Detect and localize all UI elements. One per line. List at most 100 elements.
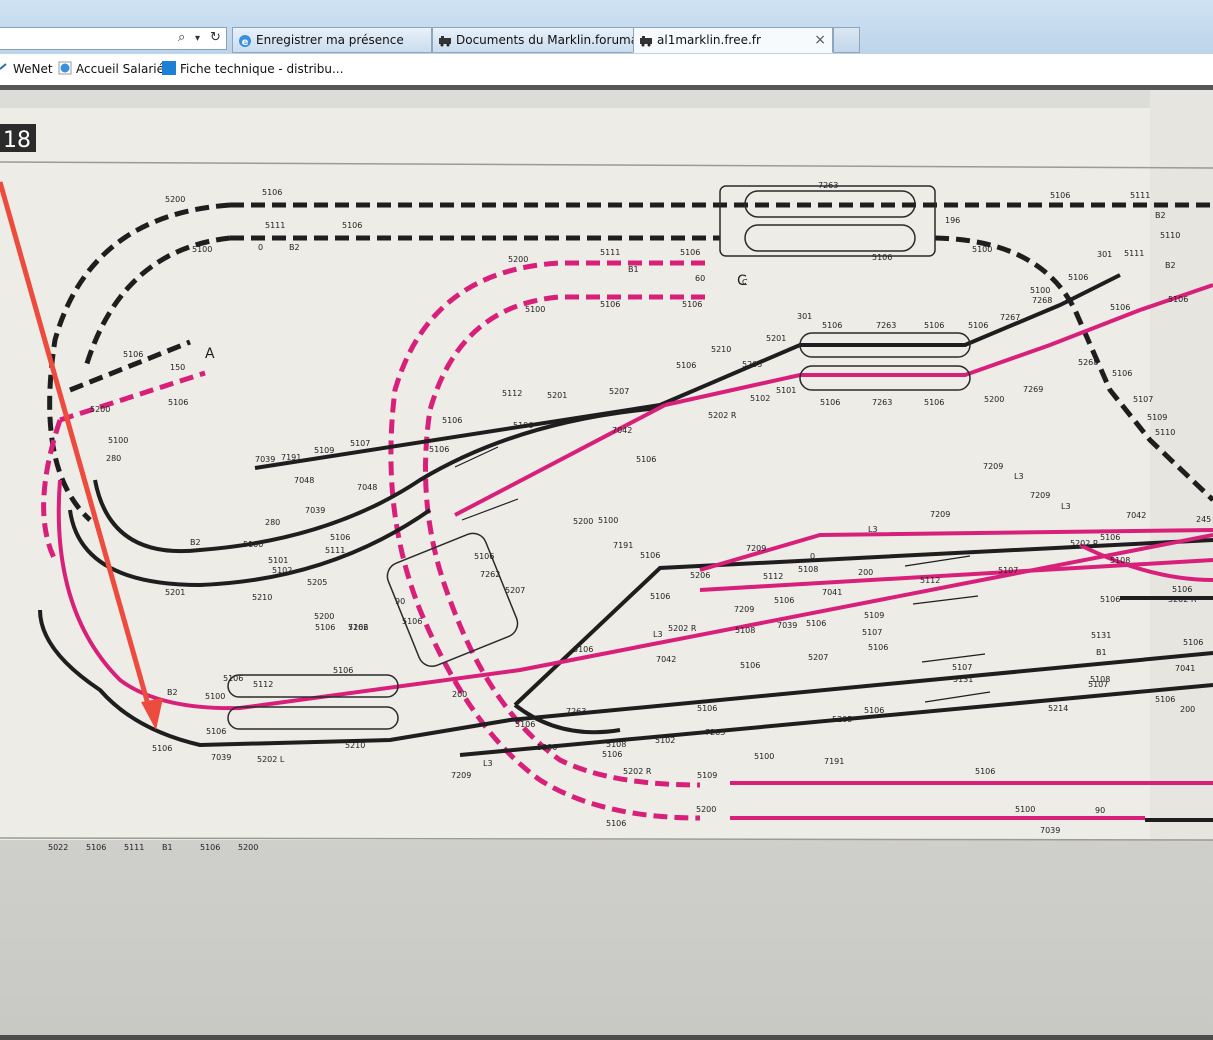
- part-number-label: 5106: [602, 750, 622, 759]
- part-number-label: 5022: [48, 843, 68, 852]
- part-number-label: 7191: [281, 453, 301, 462]
- part-number-label: 5131: [1091, 631, 1111, 640]
- ie-icon: e: [239, 34, 251, 48]
- part-number-label: 5111: [325, 546, 345, 555]
- refresh-icon[interactable]: ↻: [210, 30, 221, 45]
- favorite-wenet[interactable]: WeNet: [0, 61, 53, 76]
- part-number-label: 5106: [86, 843, 106, 852]
- link-icon: [0, 63, 7, 70]
- part-number-label: 5200: [984, 395, 1004, 404]
- part-number-label: 5106: [1172, 585, 1192, 594]
- part-number-label: 5268: [1078, 358, 1098, 367]
- close-icon[interactable]: ×: [814, 28, 826, 52]
- part-number-label: L3: [483, 759, 493, 768]
- tab-label: al1marklin.free.fr: [657, 33, 761, 47]
- part-number-label: C: [742, 278, 748, 287]
- part-number-label: 5106: [600, 300, 620, 309]
- part-number-label: 5201: [547, 391, 567, 400]
- part-number-label: 5106: [442, 416, 462, 425]
- part-number-label: 5106: [868, 643, 888, 652]
- part-number-label: 5101: [776, 386, 796, 395]
- part-number-label: 7209: [734, 605, 754, 614]
- part-number-label: 5106: [1068, 273, 1088, 282]
- part-number-label: 5106: [650, 592, 670, 601]
- blue-square-icon: [162, 61, 176, 75]
- svg-text:e: e: [242, 37, 249, 48]
- part-number-label: 5106: [206, 727, 226, 736]
- part-number-label: 5106: [682, 300, 702, 309]
- part-number-label: 90: [395, 597, 405, 606]
- part-number-label: 5202 R: [623, 767, 652, 776]
- part-number-label: 5106: [333, 666, 353, 675]
- part-number-label: 5106: [342, 221, 362, 230]
- part-number-label: 5107: [862, 628, 882, 637]
- part-number-label: L3: [1061, 502, 1071, 511]
- part-number-label: 5112: [763, 572, 783, 581]
- part-number-label: 5106: [864, 706, 884, 715]
- favorite-accueil[interactable]: Accueil Salarié: [58, 61, 164, 76]
- plan-number: 18: [3, 128, 31, 153]
- part-number-label: 5106: [806, 619, 826, 628]
- ie-icon: [58, 61, 72, 75]
- part-number-label: 7041: [822, 588, 842, 597]
- part-number-label: 5207: [609, 387, 629, 396]
- part-number-label: 5106: [1112, 369, 1132, 378]
- chevron-down-icon[interactable]: ▾: [195, 33, 200, 44]
- part-number-label: 7269: [1023, 385, 1043, 394]
- part-number-label: 7262: [480, 570, 500, 579]
- favorite-fiche[interactable]: Fiche technique - distribu...: [162, 61, 343, 76]
- search-icon[interactable]: ⌕: [178, 30, 185, 45]
- part-number-label: L3: [653, 630, 663, 639]
- part-number-label: 5206: [690, 571, 710, 580]
- part-number-label: 5200: [573, 517, 593, 526]
- part-number-label: B2: [167, 688, 178, 697]
- part-number-label: 5106: [820, 398, 840, 407]
- part-number-label: 7209: [930, 510, 950, 519]
- part-number-label: 5102: [655, 736, 675, 745]
- part-number-label: 5107: [1088, 680, 1108, 689]
- part-number-label: 5108: [798, 565, 818, 574]
- part-number-label: 5106: [1100, 595, 1120, 604]
- part-number-label: 5100: [108, 436, 128, 445]
- part-number-label: 5106: [515, 720, 535, 729]
- part-number-label: 5109: [1147, 413, 1167, 422]
- part-number-label: 5111: [124, 843, 144, 852]
- part-number-label: 5106: [152, 744, 172, 753]
- plan-letter-a: A: [205, 346, 215, 362]
- part-number-label: 5207: [808, 653, 828, 662]
- part-number-label: 5106: [640, 551, 660, 560]
- part-number-label: 0: [258, 243, 263, 252]
- part-number-label: B1: [162, 843, 173, 852]
- part-number-label: 5106: [1183, 638, 1203, 647]
- part-number-label: 5111: [1130, 191, 1150, 200]
- part-number-label: 7209: [983, 462, 1003, 471]
- tab-label: Enregistrer ma présence: [256, 33, 404, 47]
- part-number-label: 5106: [262, 188, 282, 197]
- part-number-label: 5106: [680, 248, 700, 257]
- tab-bar: ⌕ ▾ ↻ e Enregistrer ma présence Documents…: [0, 0, 1213, 54]
- part-number-label: 5101: [268, 556, 288, 565]
- part-number-label: 5106: [924, 398, 944, 407]
- tab-al1marklin[interactable]: al1marklin.free.fr ×: [633, 27, 833, 53]
- tab-documents[interactable]: Documents du Marklin.foruma...: [432, 27, 634, 53]
- part-number-label: 5109: [314, 446, 334, 455]
- part-number-label: B2: [289, 243, 300, 252]
- tab-enregistrer[interactable]: e Enregistrer ma présence: [232, 27, 432, 53]
- part-number-label: 5111: [1124, 249, 1144, 258]
- part-number-label: 0: [810, 552, 815, 561]
- part-number-label: 5200: [696, 805, 716, 814]
- part-number-label: 5210: [252, 593, 272, 602]
- part-number-label: 7209: [746, 544, 766, 553]
- part-number-label: L3: [868, 525, 878, 534]
- train-icon: [439, 35, 451, 46]
- part-number-label: 5106: [1168, 295, 1188, 304]
- part-number-label: 5107: [350, 439, 370, 448]
- part-number-label: 301: [1097, 250, 1112, 259]
- part-number-label: 5202 R: [1070, 539, 1099, 548]
- favorite-label: WeNet: [13, 62, 53, 76]
- part-number-label: 200: [1180, 705, 1195, 714]
- part-number-label: 5106: [697, 704, 717, 713]
- address-bar[interactable]: ⌕ ▾ ↻: [0, 27, 227, 50]
- part-number-label: 7263: [705, 728, 725, 737]
- new-tab-button[interactable]: [833, 27, 860, 53]
